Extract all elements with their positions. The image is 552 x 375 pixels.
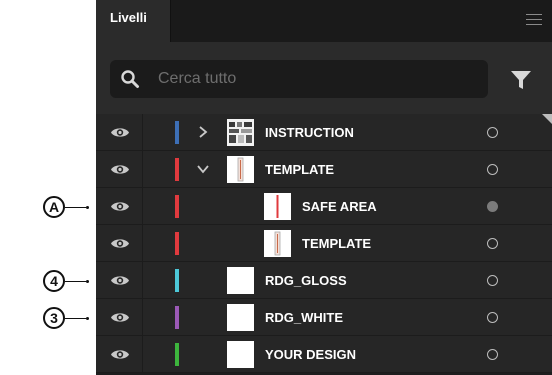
visibility-eye-icon[interactable] <box>110 237 130 250</box>
visibility-eye-icon[interactable] <box>110 126 130 139</box>
layer-name[interactable]: RDG_GLOSS <box>265 262 347 299</box>
layer-list: INSTRUCTION TEMPLATE SAFE AREA TEMPLATE RDG_… <box>96 114 552 373</box>
layer-row[interactable]: RDG_GLOSS <box>96 262 552 299</box>
search-input[interactable] <box>158 60 458 98</box>
callout-badge: 4 <box>43 269 65 292</box>
callout-leader-line <box>65 280 86 282</box>
chevron-right-icon[interactable] <box>197 125 209 139</box>
callout-badge: A <box>43 195 65 218</box>
callout-leader-line <box>65 317 86 319</box>
callout-leader-dot <box>86 316 89 320</box>
layer-name[interactable]: SAFE AREA <box>302 188 377 225</box>
selection-corner-icon <box>542 114 552 124</box>
lock-column[interactable] <box>142 114 143 151</box>
lock-column[interactable] <box>142 225 143 262</box>
layer-row[interactable]: SAFE AREA <box>96 188 552 225</box>
lock-column[interactable] <box>142 188 143 225</box>
layer-name[interactable]: TEMPLATE <box>265 151 334 188</box>
layer-row[interactable]: TEMPLATE <box>96 151 552 188</box>
layer-color-bar <box>175 121 179 144</box>
visibility-eye-icon[interactable] <box>110 348 130 361</box>
layer-thumbnail <box>227 304 254 331</box>
callout-leader-line <box>65 206 86 208</box>
target-circle-icon[interactable] <box>487 127 498 138</box>
layer-name[interactable]: YOUR DESIGN <box>265 336 356 373</box>
search-icon <box>121 70 139 88</box>
callout-badge: 3 <box>43 306 65 329</box>
layer-color-bar <box>175 343 179 366</box>
visibility-eye-icon[interactable] <box>110 311 130 324</box>
layers-panel: Livelli INSTRUCTIONTEMPLATESAFE AREATEMP… <box>96 0 552 375</box>
visibility-eye-icon[interactable] <box>110 163 130 176</box>
layer-color-bar <box>175 158 179 181</box>
lock-column[interactable] <box>142 262 143 299</box>
layer-color-bar <box>175 195 179 218</box>
layer-thumbnail <box>264 230 291 257</box>
target-circle-icon[interactable] <box>487 238 498 249</box>
tab-livelli[interactable]: Livelli <box>96 0 170 42</box>
layer-thumbnail <box>227 341 254 368</box>
lock-column[interactable] <box>142 151 143 188</box>
chevron-down-icon[interactable] <box>197 162 209 176</box>
layer-row[interactable]: TEMPLATE <box>96 225 552 262</box>
layer-thumbnail <box>227 119 254 146</box>
layer-thumbnail <box>227 267 254 294</box>
panel-menu-icon[interactable] <box>526 14 542 26</box>
callout-leader-dot <box>86 205 89 209</box>
target-circle-icon[interactable] <box>487 349 498 360</box>
panel-tab-bar: Livelli <box>96 0 552 42</box>
lock-column[interactable] <box>142 336 143 373</box>
filter-icon[interactable] <box>510 69 532 91</box>
layer-row[interactable]: YOUR DESIGN <box>96 336 552 373</box>
target-circle-icon[interactable] <box>487 164 498 175</box>
layer-name[interactable]: INSTRUCTION <box>265 114 354 151</box>
layer-color-bar <box>175 269 179 292</box>
layer-name[interactable]: TEMPLATE <box>302 225 371 262</box>
layer-thumbnail <box>227 156 254 183</box>
visibility-eye-icon[interactable] <box>110 200 130 213</box>
layer-color-bar <box>175 232 179 255</box>
target-circle-icon[interactable] <box>487 275 498 286</box>
target-circle-icon[interactable] <box>487 312 498 323</box>
visibility-eye-icon[interactable] <box>110 274 130 287</box>
search-bar-area <box>96 42 552 114</box>
lock-column[interactable] <box>142 299 143 336</box>
layer-row[interactable]: INSTRUCTION <box>96 114 552 151</box>
layer-thumbnail <box>264 193 291 220</box>
search-box[interactable] <box>110 60 488 98</box>
layer-name[interactable]: RDG_WHITE <box>265 299 343 336</box>
callout-leader-dot <box>86 279 89 283</box>
layer-row[interactable]: RDG_WHITE <box>96 299 552 336</box>
layer-color-bar <box>175 306 179 329</box>
target-circle-icon[interactable] <box>487 201 498 212</box>
tab-divider <box>170 0 171 42</box>
